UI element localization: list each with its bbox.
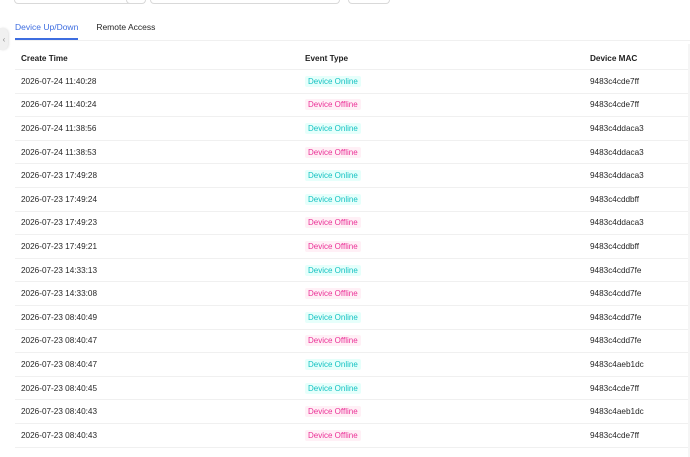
status-badge: Device Offline (305, 240, 361, 252)
cell-device-mac: 9483c4cde7ff (590, 383, 640, 393)
status-badge: Device Offline (305, 217, 361, 229)
cell-device-mac: 9483c4cdd7fe (590, 312, 642, 322)
cell-event-type: Device Online (305, 377, 361, 400)
events-table: Create Time Event Type Device MAC 2026-0… (15, 48, 690, 448)
cell-event-type: Device Offline (305, 424, 361, 447)
status-badge: Device Online (305, 170, 361, 182)
chevron-left-icon: ‹ (2, 34, 6, 44)
cell-event-type: Device Online (305, 117, 361, 140)
cell-create-time: 2026-07-23 08:40:47 (21, 336, 98, 346)
cell-event-type: Device Online (305, 188, 361, 211)
table-row[interactable]: 2026-07-23 17:49:23 Device Offline 9483c4d… (15, 212, 690, 236)
cell-create-time: 2026-07-23 08:40:43 (21, 407, 98, 417)
column-header-event-type[interactable]: Event Type (305, 48, 348, 69)
filter-date-range[interactable] (150, 0, 340, 4)
table-header: Create Time Event Type Device MAC (15, 48, 690, 70)
cell-event-type: Device Offline (305, 141, 361, 164)
tab-remote-access[interactable]: Remote Access (96, 14, 155, 40)
cell-create-time: 2026-07-23 14:33:13 (21, 265, 98, 275)
status-badge: Device Online (305, 193, 361, 205)
status-badge: Device Offline (305, 335, 361, 347)
filter-select[interactable] (14, 0, 144, 4)
cell-create-time: 2026-07-24 11:38:53 (21, 147, 97, 157)
filter-select-arrow[interactable] (126, 0, 146, 4)
sidebar-collapse-handle[interactable]: ‹ (0, 28, 8, 50)
table-row[interactable]: 2026-07-24 11:40:28 Device Online 9483c4cd… (15, 70, 690, 94)
cell-create-time: 2026-07-23 17:49:23 (21, 218, 98, 228)
cell-event-type: Device Online (305, 70, 361, 93)
cell-event-type: Device Offline (305, 235, 361, 258)
cell-create-time: 2026-07-23 14:33:08 (21, 289, 98, 299)
table-row[interactable]: 2026-07-23 08:40:45 Device Online 9483c4cd… (15, 377, 690, 401)
status-badge: Device Offline (305, 429, 361, 441)
cell-device-mac: 9483c4aeb1dc (590, 359, 644, 369)
table-row[interactable]: 2026-07-23 08:40:47 Device Offline 9483c4c… (15, 330, 690, 354)
filter-bar (0, 0, 690, 6)
status-badge: Device Offline (305, 406, 361, 418)
cell-create-time: 2026-07-23 08:40:47 (21, 359, 98, 369)
table-row[interactable]: 2026-07-23 08:40:49 Device Online 9483c4cd… (15, 306, 690, 330)
table-row[interactable]: 2026-07-24 11:38:53 Device Offline 9483c4d… (15, 141, 690, 165)
status-badge: Device Online (305, 358, 361, 370)
cell-event-type: Device Offline (305, 330, 361, 353)
cell-event-type: Device Online (305, 306, 361, 329)
cell-device-mac: 9483c4cdd7fe (590, 289, 642, 299)
cell-device-mac: 9483c4cde7ff (590, 430, 640, 440)
table-body: 2026-07-24 11:40:28 Device Online 9483c4cd… (15, 70, 690, 448)
cell-device-mac: 9483c4ddaca3 (590, 171, 644, 181)
cell-create-time: 2026-07-23 17:49:28 (21, 171, 98, 181)
table-row[interactable]: 2026-07-23 08:40:43 Device Offline 9483c4c… (15, 424, 690, 448)
table-row[interactable]: 2026-07-23 08:40:43 Device Offline 9483c4a… (15, 400, 690, 424)
cell-device-mac: 9483c4cde7ff (590, 76, 640, 86)
cell-create-time: 2026-07-23 08:40:49 (21, 312, 98, 322)
table-row[interactable]: 2026-07-23 17:49:21 Device Offline 9483c4c… (15, 235, 690, 259)
cell-create-time: 2026-07-24 11:40:24 (21, 100, 97, 110)
cell-event-type: Device Offline (305, 282, 361, 305)
status-badge: Device Offline (305, 288, 361, 300)
cell-event-type: Device Online (305, 259, 361, 282)
cell-device-mac: 9483c4cddbff (590, 194, 640, 204)
cell-create-time: 2026-07-23 17:49:21 (21, 241, 98, 251)
cell-create-time: 2026-07-24 11:40:28 (21, 76, 97, 86)
column-header-device-mac[interactable]: Device MAC (590, 48, 637, 69)
table-row[interactable]: 2026-07-24 11:38:56 Device Online 9483c4dd… (15, 117, 690, 141)
status-badge: Device Offline (305, 99, 361, 111)
cell-create-time: 2026-07-23 08:40:43 (21, 430, 98, 440)
cell-device-mac: 9483c4cdd7fe (590, 336, 642, 346)
cell-event-type: Device Offline (305, 400, 361, 423)
table-row[interactable]: 2026-07-24 11:40:24 Device Offline 9483c4c… (15, 94, 690, 118)
status-badge: Device Online (305, 311, 361, 323)
cell-device-mac: 9483c4cddbff (590, 241, 640, 251)
table-row[interactable]: 2026-07-23 17:49:28 Device Online 9483c4dd… (15, 164, 690, 188)
status-badge: Device Online (305, 122, 361, 134)
status-badge: Device Offline (305, 146, 361, 158)
cell-device-mac: 9483c4ddaca3 (590, 147, 644, 157)
cell-create-time: 2026-07-23 08:40:45 (21, 383, 98, 393)
cell-event-type: Device Offline (305, 94, 361, 117)
cell-device-mac: 9483c4cde7ff (590, 100, 640, 110)
cell-create-time: 2026-07-23 17:49:24 (21, 194, 98, 204)
table-row[interactable]: 2026-07-23 08:40:47 Device Online 9483c4ae… (15, 353, 690, 377)
cell-create-time: 2026-07-24 11:38:56 (21, 123, 97, 133)
column-header-create-time[interactable]: Create Time (21, 48, 68, 69)
tab-bar: Device Up/Down Remote Access (15, 14, 690, 41)
tab-device-up-down[interactable]: Device Up/Down (15, 14, 79, 40)
cell-device-mac: 9483c4ddaca3 (590, 123, 644, 133)
status-badge: Device Online (305, 382, 361, 394)
table-row[interactable]: 2026-07-23 17:49:24 Device Online 9483c4cd… (15, 188, 690, 212)
cell-device-mac: 9483c4aeb1dc (590, 407, 644, 417)
filter-search-button[interactable] (348, 0, 390, 4)
status-badge: Device Online (305, 75, 361, 87)
table-row[interactable]: 2026-07-23 14:33:08 Device Offline 9483c4c… (15, 282, 690, 306)
device-events-page: ‹ Device Up/Down Remote Access Create Tim… (0, 0, 690, 457)
cell-device-mac: 9483c4ddaca3 (590, 218, 644, 228)
cell-event-type: Device Online (305, 164, 361, 187)
status-badge: Device Online (305, 264, 361, 276)
cell-event-type: Device Online (305, 353, 361, 376)
cell-device-mac: 9483c4cdd7fe (590, 265, 642, 275)
cell-event-type: Device Offline (305, 212, 361, 235)
table-row[interactable]: 2026-07-23 14:33:13 Device Online 9483c4cd… (15, 259, 690, 283)
